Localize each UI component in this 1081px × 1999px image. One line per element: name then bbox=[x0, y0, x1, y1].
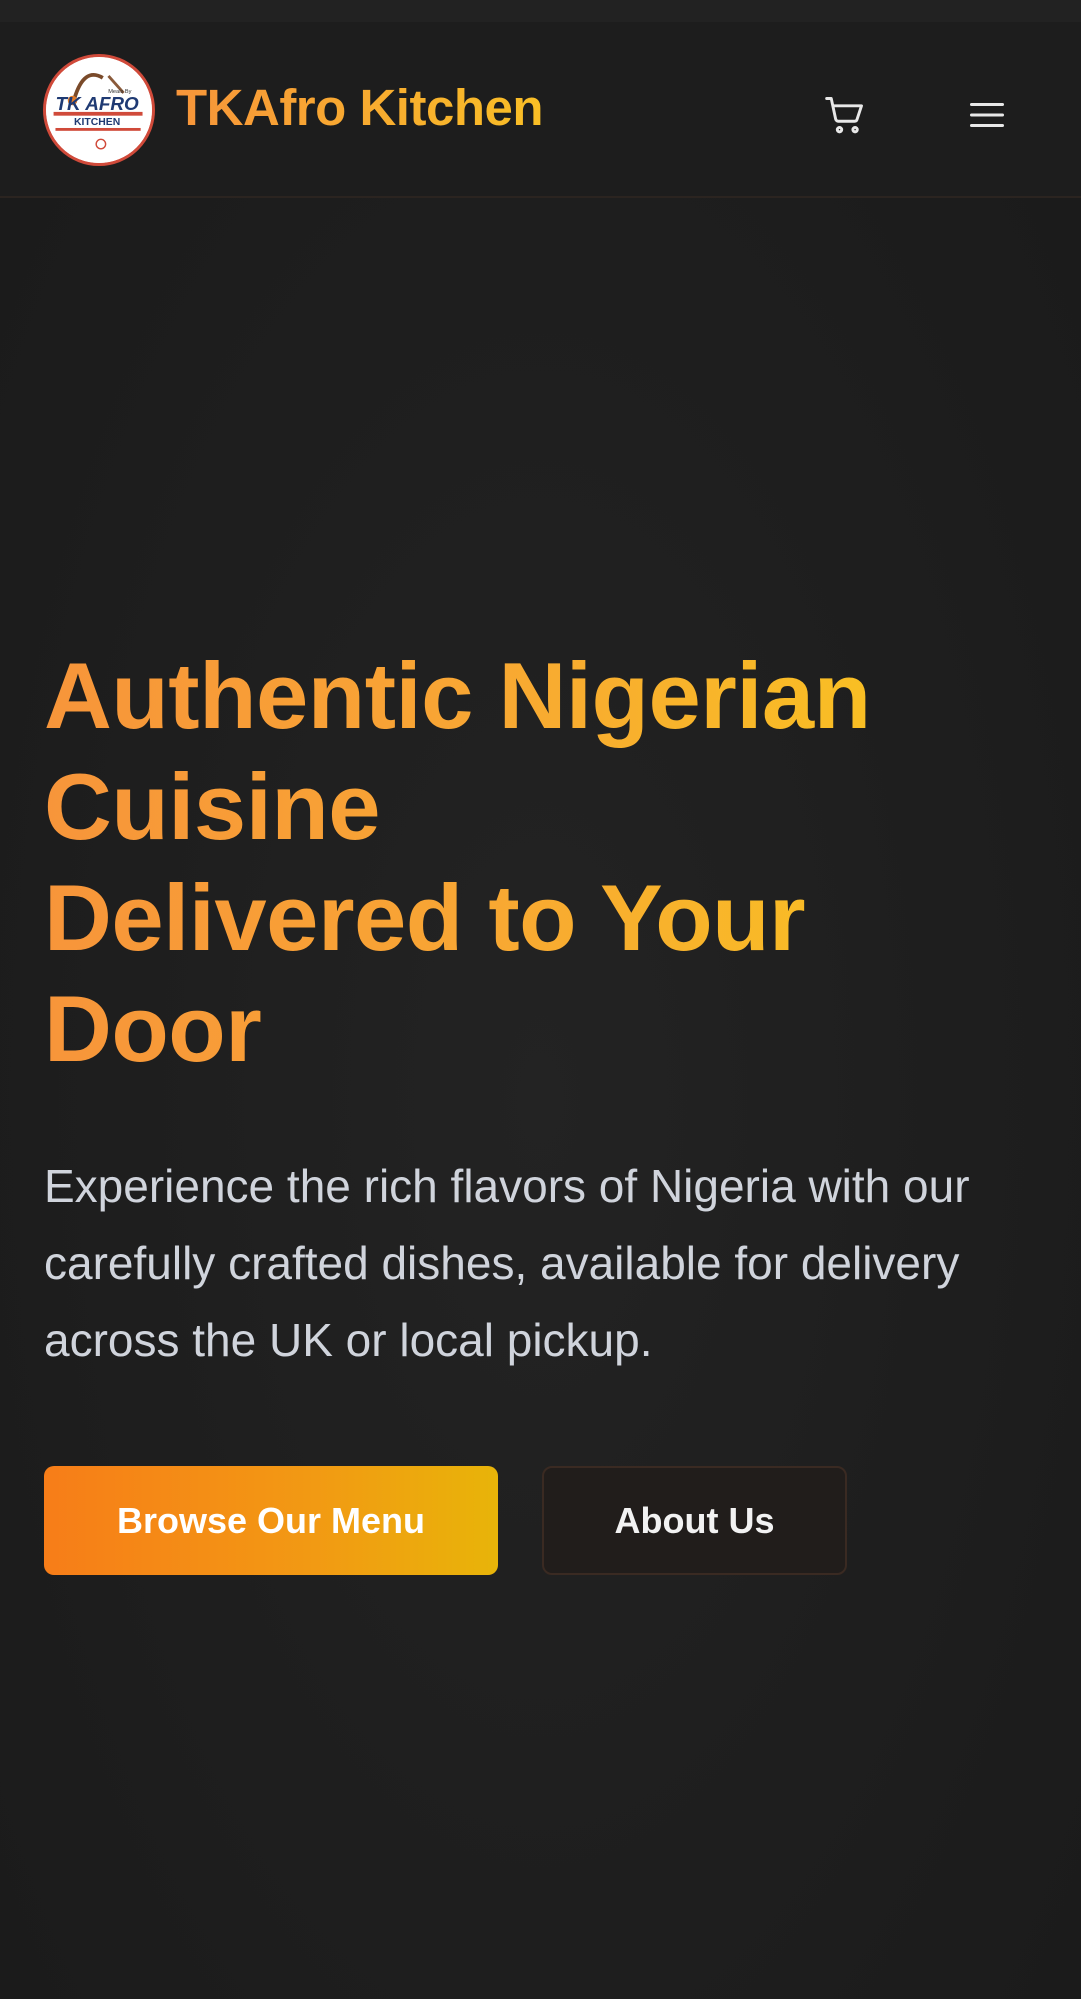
hamburger-menu-icon bbox=[970, 103, 1004, 127]
logo-image: Meals By TK AFRO KITCHEN bbox=[46, 57, 152, 163]
hero-title-line: Authentic Nigerian bbox=[44, 640, 871, 751]
cart-button[interactable] bbox=[818, 88, 872, 142]
about-us-button[interactable]: About Us bbox=[542, 1466, 847, 1575]
logo-text-line1: TK AFRO bbox=[55, 94, 139, 115]
cart-icon bbox=[825, 97, 863, 134]
hero-subtitle: Experience the rich flavors of Nigeria w… bbox=[44, 1160, 970, 1366]
site-header: Meals By TK AFRO KITCHEN TKAfro Kitchen bbox=[0, 22, 1081, 198]
page: Meals By TK AFRO KITCHEN TKAfro Kitchen bbox=[0, 0, 1081, 1999]
logo-text-line2: KITCHEN bbox=[74, 117, 120, 128]
hero-title-line: Cuisine bbox=[44, 751, 381, 862]
brand-name[interactable]: TKAfro Kitchen bbox=[176, 78, 543, 137]
hero-title: Authentic Nigerian Cuisine Delivered to … bbox=[44, 640, 1044, 1084]
menu-button[interactable] bbox=[960, 88, 1014, 142]
logo-link[interactable]: Meals By TK AFRO KITCHEN bbox=[43, 54, 155, 166]
hero-title-line: Door bbox=[44, 973, 262, 1084]
hero-title-line: Delivered to Your bbox=[44, 862, 806, 973]
status-strip bbox=[0, 0, 1081, 22]
browse-menu-button[interactable]: Browse Our Menu bbox=[44, 1466, 498, 1575]
